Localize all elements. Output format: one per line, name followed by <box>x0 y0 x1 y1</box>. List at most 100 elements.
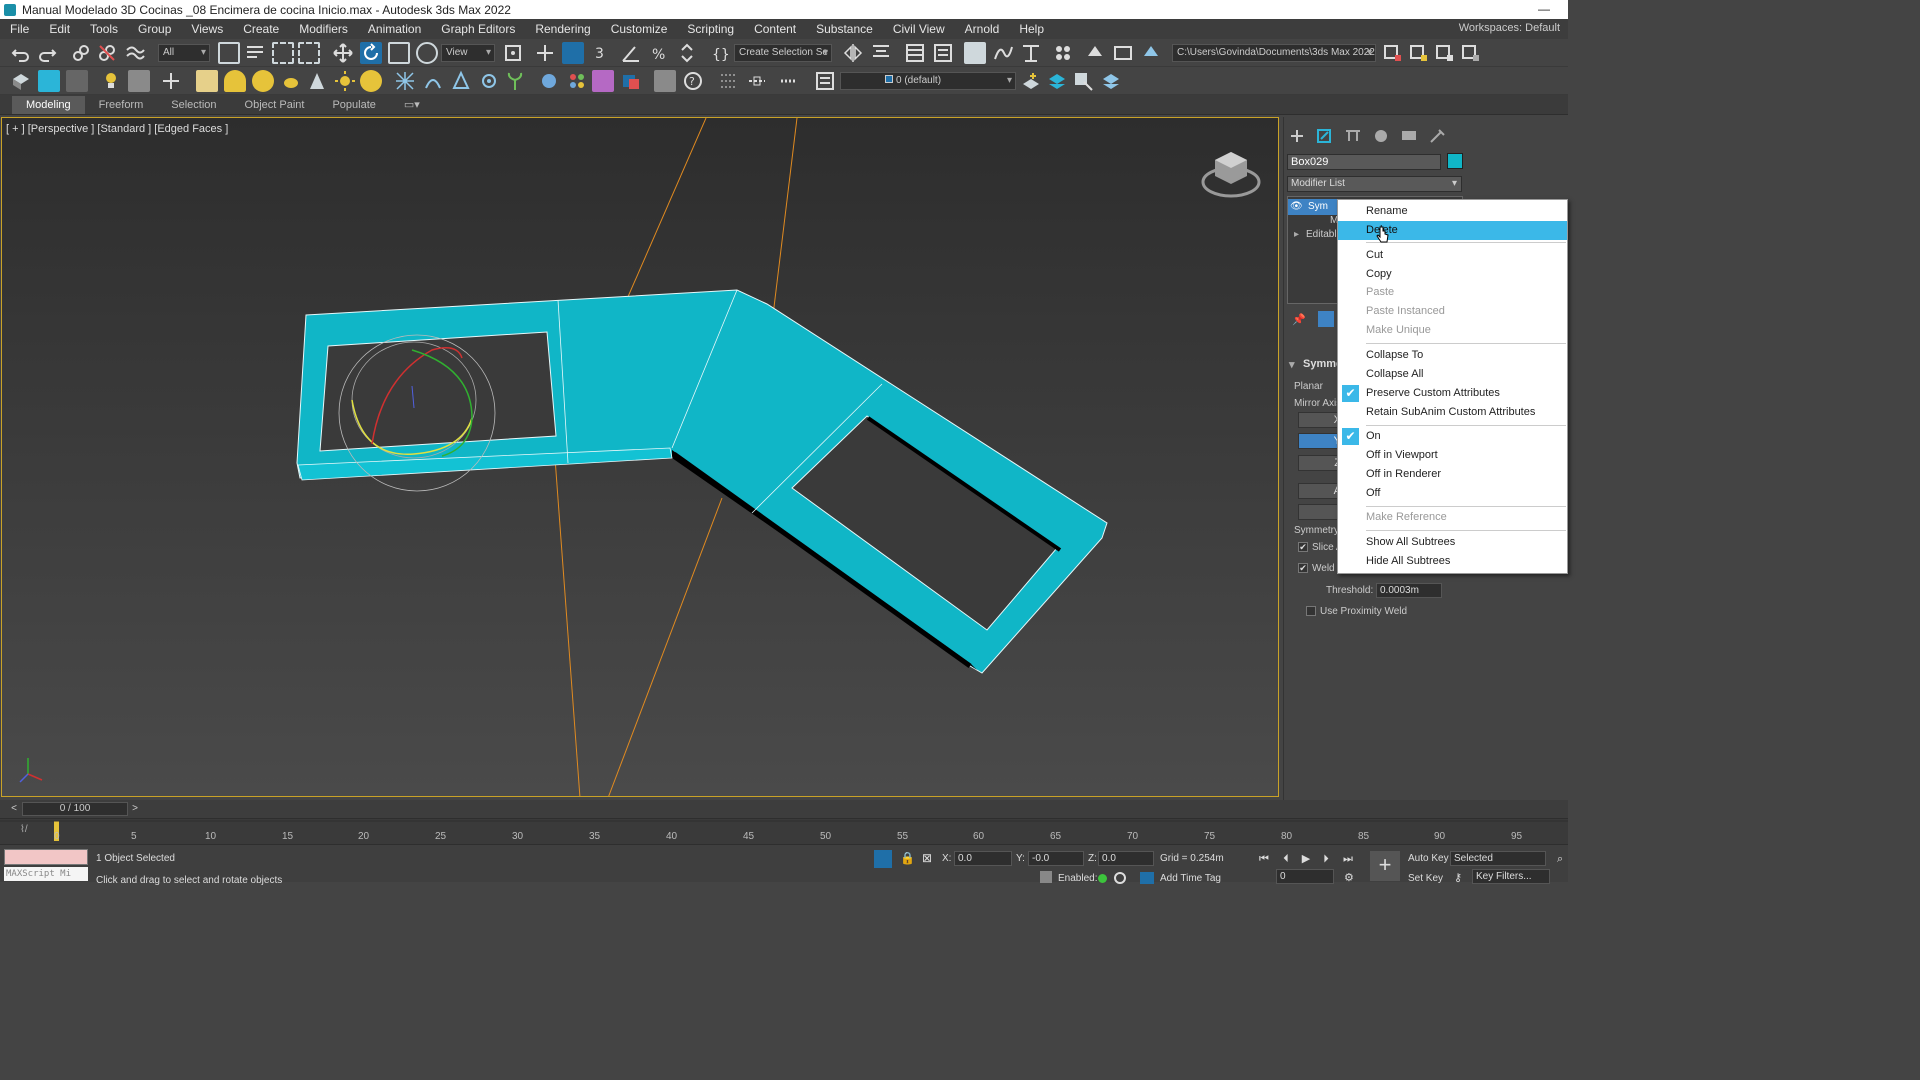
open-project-icon[interactable] <box>1408 42 1430 64</box>
lock-selection-icon[interactable]: 🔒 <box>900 851 915 865</box>
y-coord-field[interactable]: -0.0 <box>1028 851 1084 866</box>
menu-tools[interactable]: Tools <box>80 22 128 36</box>
menu-item-collapse-to[interactable]: Collapse To <box>1338 346 1567 365</box>
viewcube-icon[interactable] <box>1200 146 1262 202</box>
toggle-ribbon-icon[interactable] <box>964 42 986 64</box>
multi-material-icon[interactable] <box>566 70 588 92</box>
close-project-icon[interactable] <box>1460 42 1482 64</box>
countertop-mesh[interactable] <box>296 289 1108 675</box>
maxscript-listener[interactable] <box>4 849 88 865</box>
auto-key-button[interactable]: Auto Key <box>1408 853 1449 864</box>
sun-light-icon[interactable] <box>334 70 356 92</box>
set-current-layer-icon[interactable] <box>1100 70 1122 92</box>
set-key-button[interactable]: Set Key <box>1408 873 1443 884</box>
key-filters-button[interactable]: Key Filters... <box>1472 869 1550 884</box>
teapot-primitive-icon[interactable] <box>280 70 302 92</box>
menu-customize[interactable]: Customize <box>601 22 678 36</box>
tab-freeform[interactable]: Freeform <box>85 96 158 114</box>
light-lister-icon[interactable] <box>100 70 122 92</box>
hierarchy-tab-icon[interactable] <box>1344 128 1362 144</box>
menu-item-delete[interactable]: Delete <box>1338 221 1567 240</box>
z-coord-field[interactable]: 0.0 <box>1098 851 1154 866</box>
time-next-icon[interactable]: > <box>129 802 141 816</box>
expand-arrow-icon[interactable]: ▸ <box>1294 227 1299 243</box>
menu-animation[interactable]: Animation <box>358 22 431 36</box>
select-manipulate-icon[interactable] <box>534 42 556 64</box>
add-time-tag-icon[interactable] <box>1140 872 1154 884</box>
menu-item-off-in-renderer[interactable]: Off in Renderer <box>1338 465 1567 484</box>
space-warp-icon[interactable] <box>422 70 444 92</box>
object-name-field[interactable]: Box029 <box>1287 154 1441 170</box>
absolute-mode-icon[interactable]: ⊠ <box>922 851 932 865</box>
pin-stack-icon[interactable]: 📌 <box>1292 313 1306 326</box>
go-to-end-icon[interactable]: ⏭ <box>1340 851 1356 867</box>
show-end-result-icon[interactable] <box>1318 311 1334 327</box>
selection-lock-icon[interactable] <box>778 70 800 92</box>
grid-snap-icon[interactable] <box>718 70 740 92</box>
tab-modeling[interactable]: Modeling <box>12 95 85 114</box>
window-crossing-icon[interactable] <box>298 42 320 64</box>
keyboard-shortcut-override-icon[interactable] <box>562 42 584 64</box>
ribbon-options-icon[interactable]: ▭▾ <box>390 96 434 114</box>
time-prev-icon[interactable]: < <box>8 802 20 816</box>
menu-rendering[interactable]: Rendering <box>525 22 600 36</box>
rendered-frame-window-icon[interactable] <box>1112 42 1134 64</box>
viewport-preview-icon[interactable] <box>66 70 88 92</box>
menu-item-cut[interactable]: Cut <box>1338 246 1567 265</box>
adaptive-degradation-icon[interactable] <box>1040 871 1052 883</box>
menu-substance[interactable]: Substance <box>806 22 883 36</box>
named-selection-set-dropdown[interactable]: Create Selection Se <box>734 44 832 62</box>
selection-filter-dropdown[interactable]: All <box>158 44 210 62</box>
align-icon[interactable] <box>870 42 892 64</box>
scale-icon[interactable] <box>388 42 410 64</box>
percent-snap-icon[interactable]: % <box>648 42 670 64</box>
menu-item-hide-all-subtrees[interactable]: Hide All Subtrees <box>1338 552 1567 571</box>
select-by-name-icon[interactable] <box>244 42 266 64</box>
weld-seam-checkbox[interactable]: ✔ <box>1298 563 1308 573</box>
menu-item-collapse-all[interactable]: Collapse All <box>1338 365 1567 384</box>
menu-item-make-unique[interactable]: Make Unique <box>1338 321 1567 340</box>
menu-item-on[interactable]: ✔ On <box>1338 427 1567 446</box>
arnold-render-icon[interactable] <box>620 70 642 92</box>
slice-along-mirror-checkbox[interactable]: ✔ <box>1298 542 1308 552</box>
menu-content[interactable]: Content <box>744 22 806 36</box>
current-frame-field[interactable]: 0 <box>1276 869 1334 884</box>
viewport-layout-icon[interactable] <box>38 70 60 92</box>
spinner-snap-icon[interactable] <box>676 42 698 64</box>
select-in-layer-icon[interactable] <box>1072 70 1094 92</box>
isolate-selection-icon[interactable] <box>746 70 768 92</box>
object-color-swatch[interactable] <box>1447 153 1463 169</box>
utilities-tab-icon[interactable] <box>1428 128 1446 144</box>
tab-populate[interactable]: Populate <box>318 96 389 114</box>
move-icon[interactable] <box>332 42 354 64</box>
menu-edit[interactable]: Edit <box>39 22 80 36</box>
material-sphere-icon[interactable] <box>538 70 560 92</box>
menu-views[interactable]: Views <box>181 22 233 36</box>
isolate-toggle-icon[interactable] <box>874 850 892 868</box>
menu-modifiers[interactable]: Modifiers <box>289 22 358 36</box>
rotate-icon[interactable] <box>360 42 382 64</box>
menu-arnold[interactable]: Arnold <box>955 22 1010 36</box>
reference-coordinate-dropdown[interactable]: View <box>441 44 495 62</box>
track-bar[interactable]: ⌇/ 0 5 10 15 20 25 30 35 40 45 50 55 60 … <box>0 818 1568 844</box>
key-mode-dropdown[interactable]: Selected <box>1450 851 1546 866</box>
minimize-button[interactable]: — <box>1538 2 1550 16</box>
pivot-center-icon[interactable] <box>502 42 524 64</box>
menu-item-off[interactable]: Off <box>1338 484 1567 503</box>
menu-group[interactable]: Group <box>128 22 181 36</box>
container-icon[interactable] <box>10 70 32 92</box>
display-tab-icon[interactable] <box>1400 128 1418 144</box>
rectangular-selection-icon[interactable] <box>272 42 294 64</box>
set-project-folder-icon[interactable] <box>1382 42 1404 64</box>
edit-named-selection-icon[interactable]: {} <box>708 42 730 64</box>
render-production-icon[interactable] <box>1140 42 1162 64</box>
motion-tab-icon[interactable] <box>1372 128 1390 144</box>
cone-primitive-icon[interactable] <box>306 70 328 92</box>
key-filters-icon[interactable]: ⚷ <box>1454 871 1462 884</box>
helper-icon[interactable] <box>450 70 472 92</box>
add-to-layer-icon[interactable] <box>1046 70 1068 92</box>
particle-system-icon[interactable] <box>394 70 416 92</box>
create-new-layer-icon[interactable] <box>1020 70 1042 92</box>
menu-item-paste-instanced[interactable]: Paste Instanced <box>1338 302 1567 321</box>
enabled-status-indicator[interactable] <box>1098 874 1107 883</box>
